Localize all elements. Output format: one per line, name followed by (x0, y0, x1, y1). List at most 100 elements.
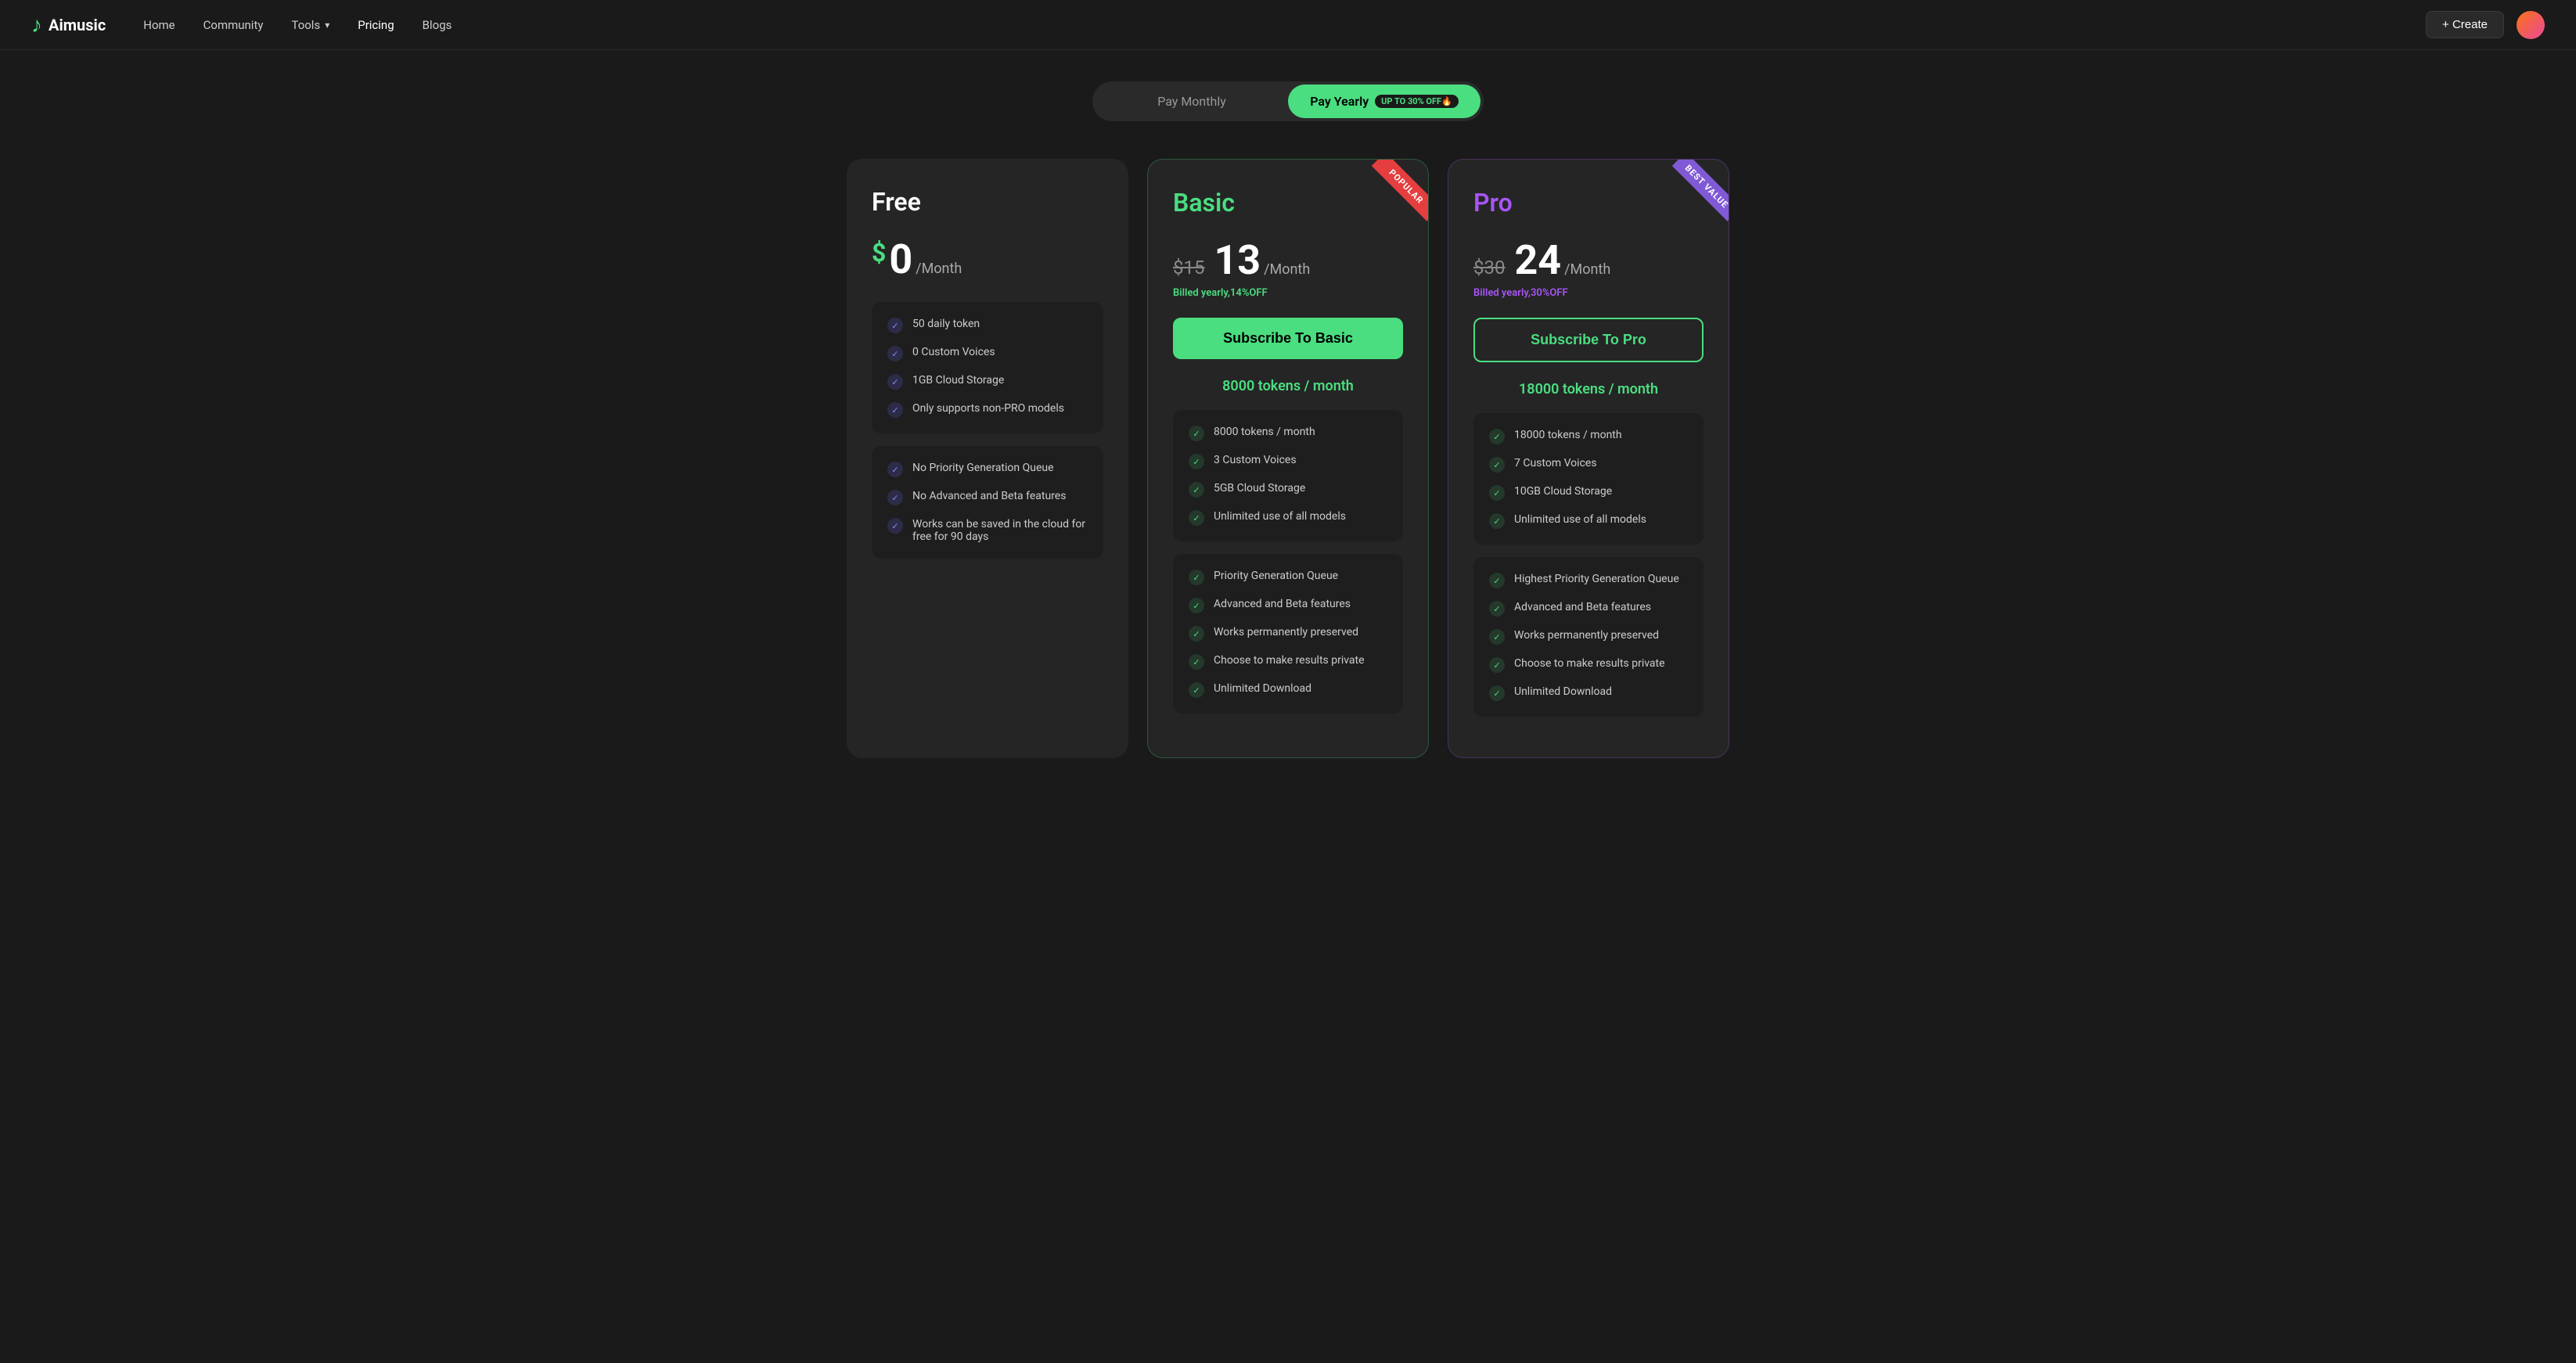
pro-period: /Month (1564, 261, 1610, 278)
list-item: ✓ Unlimited Download (1489, 685, 1688, 701)
logo[interactable]: ♪ Aimusic (31, 12, 106, 38)
basic-price: 13 (1214, 236, 1261, 284)
basic-original-price: $15 (1173, 257, 1204, 279)
avatar[interactable] (2517, 11, 2545, 39)
logo-icon: ♪ (31, 12, 42, 38)
check-icon: ✓ (1489, 457, 1505, 473)
list-item: ✓ Highest Priority Generation Queue (1489, 573, 1688, 588)
check-icon: ✓ (1189, 510, 1204, 526)
check-icon: ✓ (887, 462, 903, 477)
free-price: 0 (889, 236, 912, 283)
billing-toggle: Pay Monthly Pay Yearly UP TO 30% OFF🔥 (1092, 81, 1484, 121)
best-value-ribbon: best value (1650, 160, 1729, 238)
check-icon: ✓ (1489, 601, 1505, 617)
check-icon: ✓ (1189, 654, 1204, 670)
free-plan-card: Free $ 0 /Month ✓ 50 daily token ✓ 0 Cus… (847, 159, 1128, 758)
ribbon-label: best value (1672, 160, 1729, 221)
list-item: ✓ Choose to make results private (1189, 654, 1387, 670)
list-item: ✓ Works can be saved in the cloud for fr… (887, 518, 1088, 543)
list-item: ✓ Works permanently preserved (1489, 629, 1688, 645)
monthly-toggle[interactable]: Pay Monthly (1096, 85, 1288, 118)
list-item: ✓ Choose to make results private (1489, 657, 1688, 673)
list-item: ✓ 8000 tokens / month (1189, 426, 1387, 441)
check-icon: ✓ (887, 518, 903, 534)
check-icon: ✓ (1189, 626, 1204, 642)
basic-tokens-label: 8000 tokens / month (1173, 378, 1403, 394)
pro-basic-features: ✓ 18000 tokens / month ✓ 7 Custom Voices… (1473, 413, 1704, 545)
basic-advanced-features: ✓ Priority Generation Queue ✓ Advanced a… (1173, 554, 1403, 714)
list-item: ✓ 10GB Cloud Storage (1489, 485, 1688, 501)
free-price-block: $ 0 /Month (872, 236, 1103, 283)
check-icon: ✓ (1489, 685, 1505, 701)
nav-pricing[interactable]: Pricing (358, 18, 394, 32)
free-basic-features: ✓ 50 daily token ✓ 0 Custom Voices ✓ 1GB… (872, 302, 1103, 433)
nav-right: + Create (2426, 11, 2545, 39)
list-item: ✓ Only supports non-PRO models (887, 402, 1088, 418)
check-icon: ✓ (1489, 573, 1505, 588)
nav-tools[interactable]: Tools ▾ (291, 18, 329, 32)
list-item: ✓ Priority Generation Queue (1189, 570, 1387, 585)
basic-basic-features: ✓ 8000 tokens / month ✓ 3 Custom Voices … (1173, 410, 1403, 541)
list-item: ✓ No Priority Generation Queue (887, 462, 1088, 477)
nav-blogs[interactable]: Blogs (423, 18, 452, 32)
basic-billed: Billed yearly,14%OFF (1173, 287, 1403, 299)
nav-home[interactable]: Home (143, 18, 174, 32)
list-item: ✓ 0 Custom Voices (887, 346, 1088, 361)
list-item: ✓ 7 Custom Voices (1489, 457, 1688, 473)
free-plan-name: Free (872, 187, 1103, 217)
check-icon: ✓ (887, 490, 903, 505)
list-item: ✓ Unlimited use of all models (1189, 510, 1387, 526)
logo-text: Aimusic (49, 16, 106, 34)
check-icon: ✓ (1489, 485, 1505, 501)
list-item: ✓ Advanced and Beta features (1189, 598, 1387, 613)
main-content: Pay Monthly Pay Yearly UP TO 30% OFF🔥 Fr… (0, 50, 2576, 789)
discount-badge: UP TO 30% OFF🔥 (1375, 95, 1459, 108)
popular-ribbon: popular (1350, 160, 1428, 238)
list-item: ✓ Unlimited Download (1189, 682, 1387, 698)
yearly-toggle[interactable]: Pay Yearly UP TO 30% OFF🔥 (1288, 85, 1480, 118)
check-icon: ✓ (1189, 598, 1204, 613)
subscribe-pro-button[interactable]: Subscribe To Pro (1473, 318, 1704, 362)
check-icon: ✓ (887, 318, 903, 333)
list-item: ✓ 18000 tokens / month (1489, 429, 1688, 444)
free-period: /Month (916, 261, 962, 277)
list-item: ✓ Works permanently preserved (1189, 626, 1387, 642)
chevron-down-icon: ▾ (325, 20, 329, 31)
list-item: ✓ 50 daily token (887, 318, 1088, 333)
list-item: ✓ Unlimited use of all models (1489, 513, 1688, 529)
check-icon: ✓ (1189, 454, 1204, 469)
list-item: ✓ 1GB Cloud Storage (887, 374, 1088, 390)
nav-links: Home Community Tools ▾ Pricing Blogs (143, 18, 2426, 32)
check-icon: ✓ (1489, 513, 1505, 529)
basic-plan-card: popular Basic $15 13 /Month Billed yearl… (1147, 159, 1429, 758)
check-icon: ✓ (1489, 629, 1505, 645)
check-icon: ✓ (1489, 657, 1505, 673)
ribbon-label: popular (1372, 160, 1428, 221)
free-advanced-features: ✓ No Priority Generation Queue ✓ No Adva… (872, 446, 1103, 559)
check-icon: ✓ (887, 402, 903, 418)
pro-plan-card: best value Pro $30 24 /Month Billed year… (1448, 159, 1729, 758)
create-button[interactable]: + Create (2426, 11, 2504, 38)
check-icon: ✓ (1189, 682, 1204, 698)
check-icon: ✓ (887, 374, 903, 390)
pro-price-block: $30 24 /Month Billed yearly,30%OFF (1473, 236, 1704, 299)
check-icon: ✓ (1189, 426, 1204, 441)
pro-price: 24 (1514, 236, 1561, 284)
nav-community[interactable]: Community (203, 18, 264, 32)
pro-tokens-label: 18000 tokens / month (1473, 381, 1704, 397)
list-item: ✓ 5GB Cloud Storage (1189, 482, 1387, 498)
pro-original-price: $30 (1473, 257, 1505, 279)
pro-advanced-features: ✓ Highest Priority Generation Queue ✓ Ad… (1473, 557, 1704, 717)
basic-price-block: $15 13 /Month Billed yearly,14%OFF (1173, 236, 1403, 299)
navigation: ♪ Aimusic Home Community Tools ▾ Pricing… (0, 0, 2576, 50)
pro-billed: Billed yearly,30%OFF (1473, 287, 1704, 299)
check-icon: ✓ (1489, 429, 1505, 444)
list-item: ✓ Advanced and Beta features (1489, 601, 1688, 617)
basic-period: /Month (1264, 261, 1310, 278)
check-icon: ✓ (1189, 570, 1204, 585)
free-dollar-sign: $ (872, 238, 886, 268)
list-item: ✓ No Advanced and Beta features (887, 490, 1088, 505)
list-item: ✓ 3 Custom Voices (1189, 454, 1387, 469)
subscribe-basic-button[interactable]: Subscribe To Basic (1173, 318, 1403, 359)
check-icon: ✓ (1189, 482, 1204, 498)
